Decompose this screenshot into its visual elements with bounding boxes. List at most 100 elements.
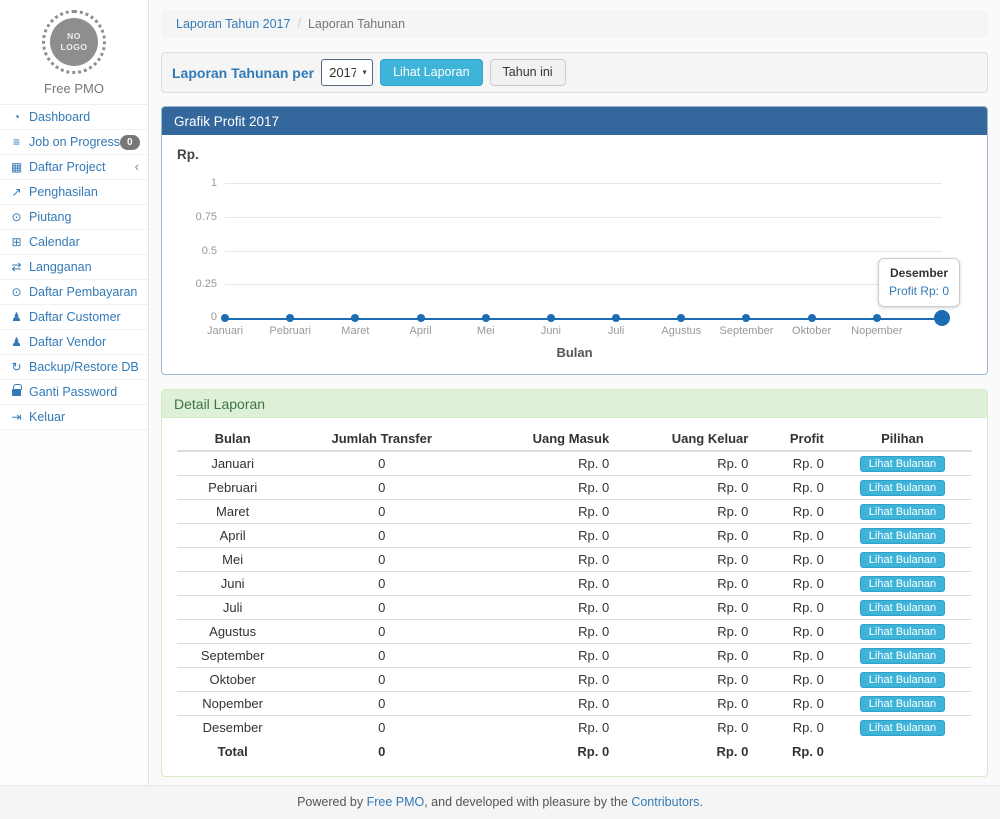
sidebar-item-langganan[interactable]: ⇄Langganan [0,255,148,280]
sidebar-item-piutang[interactable]: ⊙Piutang [0,205,148,230]
cell-pilihan: Lihat Bulanan [833,548,972,572]
year-select[interactable]: 2017 [321,59,373,86]
refresh-icon: ↻ [9,359,24,375]
y-tick-0.5: 0.5 [181,245,217,257]
cell-bulan: Juni [177,572,288,596]
page-footer: Powered by Free PMO, and developed with … [0,785,1000,819]
lihat-bulanan-button-pebruari[interactable]: Lihat Bulanan [860,480,945,496]
total-uang-masuk: Rp. 0 [475,740,618,764]
sidebar-item-label: Daftar Customer [29,309,139,325]
sidebar-item-daftar-customer[interactable]: ♟ Daftar Customer [0,305,148,330]
lihat-bulanan-button-september[interactable]: Lihat Bulanan [860,648,945,664]
chart-point-september[interactable] [742,314,750,322]
sidebar-item-calendar[interactable]: ⊞Calendar [0,230,148,255]
lihat-bulanan-button-oktober[interactable]: Lihat Bulanan [860,672,945,688]
lock-icon [9,384,24,400]
cell-profit: Rp. 0 [757,644,833,668]
chart-point-oktober[interactable] [808,314,816,322]
cell-jumlah-transfer: 0 [288,548,475,572]
cell-jumlah-transfer: 0 [288,668,475,692]
breadcrumb-link-laporan-tahun[interactable]: Laporan Tahun 2017 [176,17,290,31]
chart-point-nopember[interactable] [873,314,881,322]
sidebar-item-daftar-project[interactable]: ▦Daftar Project‹ [0,155,148,180]
cell-jumlah-transfer: 0 [288,572,475,596]
cell-jumlah-transfer: 0 [288,692,475,716]
x-tick-pebruari: Pebruari [269,325,311,337]
sidebar-item-dashboard[interactable]: ◔Dashboard [0,105,148,130]
chart-point-juni[interactable] [547,314,555,322]
footer-link-contributors[interactable]: Contributors [631,795,699,809]
cell-uang-keluar: Rp. 0 [618,668,757,692]
chart-point-mei[interactable] [482,314,490,322]
cell-jumlah-transfer: 0 [288,524,475,548]
lihat-bulanan-button-mei[interactable]: Lihat Bulanan [860,552,945,568]
cell-jumlah-transfer: 0 [288,500,475,524]
sidebar-item-daftar-pembayaran[interactable]: ⊙Daftar Pembayaran [0,280,148,305]
sidebar-item-job-on-progress[interactable]: ≡Job on Progress0 [0,130,148,155]
lihat-bulanan-button-juli[interactable]: Lihat Bulanan [860,600,945,616]
table-icon: ▦ [9,159,24,175]
footer-link-free-pmo[interactable]: Free PMO [367,795,425,809]
sidebar-item-label: Penghasilan [29,184,139,200]
brand-name: Free PMO [0,81,148,96]
sidebar-item-daftar-vendor[interactable]: ♟Daftar Vendor [0,330,148,355]
cell-pilihan: Lihat Bulanan [833,451,972,476]
cell-profit: Rp. 0 [757,668,833,692]
cell-bulan: Januari [177,451,288,476]
tahun-ini-button[interactable]: Tahun ini [490,59,566,86]
chart-point-pebruari[interactable] [286,314,294,322]
lihat-bulanan-button-maret[interactable]: Lihat Bulanan [860,504,945,520]
lihat-bulanan-button-april[interactable]: Lihat Bulanan [860,528,945,544]
cell-profit: Rp. 0 [757,716,833,740]
sidebar-item-label: Ganti Password [29,384,139,400]
sidebar-item-label: Dashboard [29,109,139,125]
cell-uang-keluar: Rp. 0 [618,644,757,668]
sidebar-item-label: Langganan [29,259,139,275]
cell-uang-keluar: Rp. 0 [618,572,757,596]
table-row-september: September0Rp. 0Rp. 0Rp. 0Lihat Bulanan [177,644,972,668]
chart-point-agustus[interactable] [677,314,685,322]
lihat-laporan-button[interactable]: Lihat Laporan [380,59,482,86]
sidebar-item-keluar[interactable]: ⇥Keluar [0,405,148,430]
cell-profit: Rp. 0 [757,524,833,548]
sign-out-icon: ⇥ [9,409,24,425]
chart-plot-area: Desember Profit Rp: 0 10.750.50.250Janua… [225,183,942,318]
chart-point-desember[interactable] [934,310,950,326]
cell-uang-masuk: Rp. 0 [475,548,618,572]
cell-uang-keluar: Rp. 0 [618,548,757,572]
footer-text-prefix: Powered by [297,795,366,809]
lihat-bulanan-button-nopember[interactable]: Lihat Bulanan [860,696,945,712]
table-row-januari: Januari0Rp. 0Rp. 0Rp. 0Lihat Bulanan [177,451,972,476]
chart-point-januari[interactable] [221,314,229,322]
table-row-mei: Mei0Rp. 0Rp. 0Rp. 0Lihat Bulanan [177,548,972,572]
column-header-uang-masuk: Uang Masuk [475,427,618,451]
chart-point-juli[interactable] [612,314,620,322]
cell-bulan: Maret [177,500,288,524]
lihat-bulanan-button-desember[interactable]: Lihat Bulanan [860,720,945,736]
cell-pilihan: Lihat Bulanan [833,500,972,524]
table-row-nopember: Nopember0Rp. 0Rp. 0Rp. 0Lihat Bulanan [177,692,972,716]
chart-point-maret[interactable] [351,314,359,322]
sidebar-item-ganti-password[interactable]: Ganti Password [0,380,148,405]
y-tick-0.75: 0.75 [181,211,217,223]
cell-uang-keluar: Rp. 0 [618,500,757,524]
users-icon: ♟ [9,309,24,325]
lihat-bulanan-button-januari[interactable]: Lihat Bulanan [860,456,945,472]
cell-pilihan: Lihat Bulanan [833,596,972,620]
profit-chart-panel: Grafik Profit 2017 Rp. Desember Profit R… [161,106,988,375]
cell-bulan: Oktober [177,668,288,692]
cell-bulan: Nopember [177,692,288,716]
chart-x-axis-label: Bulan [177,345,972,360]
lihat-bulanan-button-agustus[interactable]: Lihat Bulanan [860,624,945,640]
total-uang-keluar: Rp. 0 [618,740,757,764]
filter-label: Laporan Tahunan per [172,65,314,81]
cell-pilihan: Lihat Bulanan [833,524,972,548]
sidebar-item-label: Piutang [29,209,139,225]
sidebar-item-penghasilan[interactable]: ↗Penghasilan [0,180,148,205]
sidebar-item-backup-restore-db[interactable]: ↻Backup/Restore DB [0,355,148,380]
table-row-oktober: Oktober0Rp. 0Rp. 0Rp. 0Lihat Bulanan [177,668,972,692]
lihat-bulanan-button-juni[interactable]: Lihat Bulanan [860,576,945,592]
cell-uang-keluar: Rp. 0 [618,451,757,476]
cell-uang-keluar: Rp. 0 [618,716,757,740]
chart-point-april[interactable] [417,314,425,322]
